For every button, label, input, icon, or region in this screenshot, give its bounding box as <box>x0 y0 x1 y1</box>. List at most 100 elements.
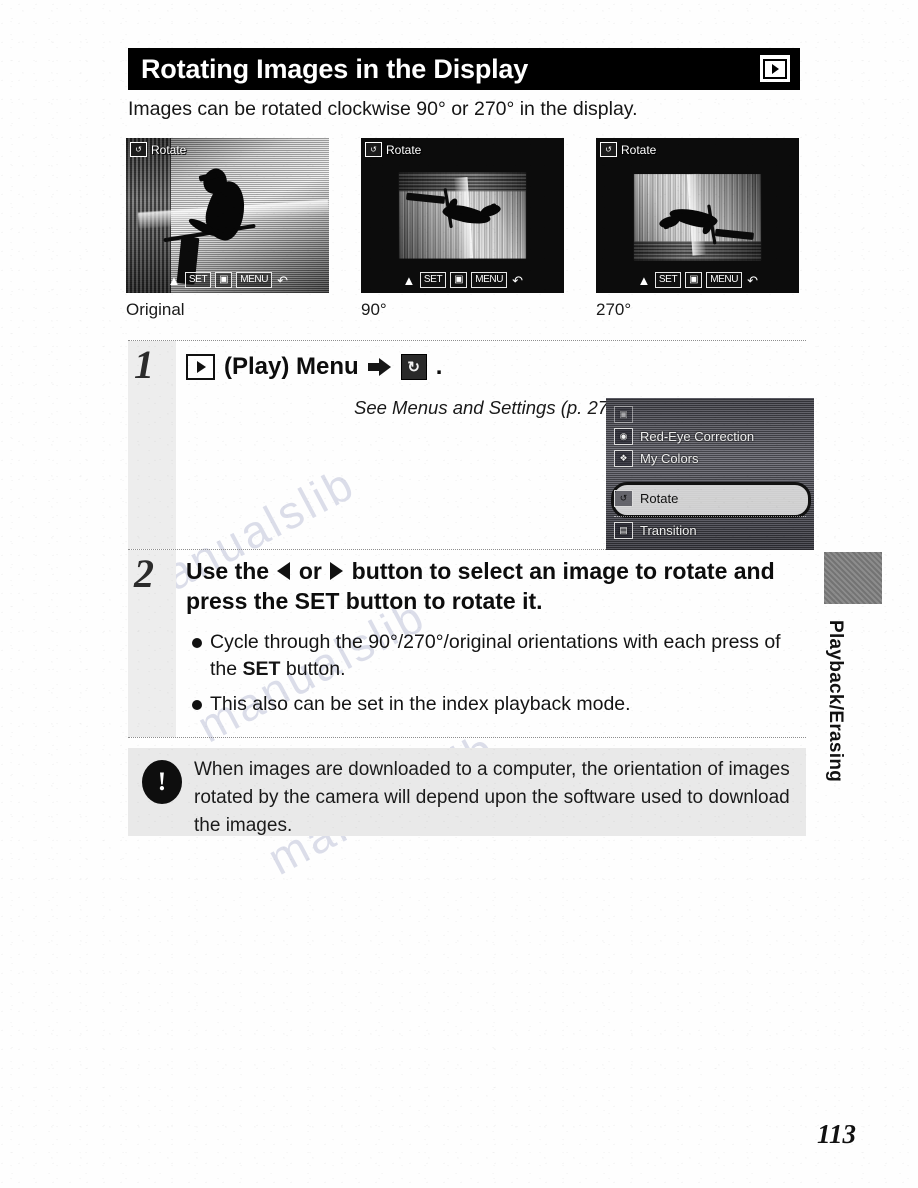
rotate-icon: ↺ <box>600 142 617 157</box>
photo-scene-90 <box>398 138 527 293</box>
photo-image <box>398 172 527 260</box>
note-text: When images are downloaded to a computer… <box>194 759 790 836</box>
bullet-item: This also can be set in the index playba… <box>190 691 806 718</box>
rotate-menu-icon-glyph: ↻ <box>407 358 420 376</box>
step-1-gutter: 1 <box>128 341 176 549</box>
bullet-text-before: This also can be set in the index playba… <box>210 693 631 716</box>
exclamation-icon: ! <box>142 760 182 804</box>
key-hint-display: ▣ <box>450 272 468 288</box>
bullet-text-after: button. <box>280 658 346 681</box>
playback-icon-frame <box>763 58 787 79</box>
thumbnail-rotated-90: ↺ Rotate ▲ SET ▣ MENU ↶ <box>361 138 564 293</box>
step-2-bullets: Cycle through the 90°/270°/original orie… <box>186 629 806 719</box>
photo-branch-vertical <box>406 192 446 205</box>
arrow-right-icon <box>367 358 392 376</box>
menu-row-transition: ▤ Transition <box>614 522 808 539</box>
side-tab-thumbmark <box>824 552 882 604</box>
step-2-body: Use the or button to select an image to … <box>176 550 806 737</box>
example-thumbnails: ↺ Rotate ▲ SET ▣ MENU ↶ ↺ Rotate ▲ SET ▣… <box>126 138 806 319</box>
osd-key-guide: ▲ SET ▣ MENU ↶ <box>361 272 564 288</box>
osd-mode-label: Rotate <box>151 142 187 157</box>
menu-label-transition: Transition <box>640 523 697 538</box>
left-arrow-icon <box>277 562 291 580</box>
thumbnail-rotated-270: ↺ Rotate ▲ SET ▣ MENU ↶ <box>596 138 799 293</box>
photo-image <box>126 138 329 293</box>
key-hint-display: ▣ <box>215 272 233 288</box>
bullet-bold: SET <box>242 658 281 681</box>
menu-icon-0: ▣ <box>614 406 633 423</box>
osd-header: ↺ Rotate <box>600 142 656 157</box>
manual-page: manualslib manualslib manualslib Rotatin… <box>0 0 918 1188</box>
menu-label-rotate: Rotate <box>640 491 679 506</box>
osd-header: ↺ Rotate <box>130 142 186 157</box>
thumbnail-original: ↺ Rotate ▲ SET ▣ MENU ↶ <box>126 138 329 293</box>
step-2-gutter: 2 <box>128 550 176 737</box>
step-2-text-before: Use the <box>186 558 270 584</box>
rotate-icon: ↺ <box>614 490 633 507</box>
photo-scene-original <box>126 138 329 293</box>
my-colors-icon: ❖ <box>614 450 633 467</box>
menu-divider <box>614 516 806 517</box>
key-hint-back: ↶ <box>747 272 758 288</box>
procedure-steps: 1 (Play) Menu ↻ . See Menus and Settings… <box>128 340 814 738</box>
bullet-item: Cycle through the 90°/270°/original orie… <box>190 629 806 684</box>
rotate-icon: ↺ <box>130 142 147 157</box>
step-2-instruction: Use the or button to select an image to … <box>186 556 806 617</box>
osd-mode-label: Rotate <box>386 142 422 157</box>
osd-key-guide: ▲ SET ▣ MENU ↶ <box>126 272 329 288</box>
key-hint-menu: MENU <box>471 272 508 288</box>
step-1-body: (Play) Menu ↻ . See Menus and Settings (… <box>176 341 814 550</box>
key-hint-up: ▲ <box>167 272 180 288</box>
page-title: Rotating Images in the Display <box>141 53 529 84</box>
key-hint-display: ▣ <box>685 272 703 288</box>
side-tab-label: Playback/Erasing <box>825 620 846 783</box>
photo-branch-vertical <box>714 228 754 240</box>
caption-original: Original <box>126 300 185 319</box>
page-number: 113 <box>816 1119 856 1149</box>
note-box: ! When images are downloaded to a comput… <box>128 748 806 836</box>
osd-key-guide: ▲ SET ▣ MENU ↶ <box>596 272 799 288</box>
rotate-menu-icon: ↻ <box>400 354 427 380</box>
caption-90: 90° <box>361 300 387 319</box>
exclamation-icon-glyph: ! <box>157 767 167 796</box>
step-1-instruction: (Play) Menu ↻ . <box>186 347 806 387</box>
menu-row-rotate: ↺ Rotate <box>614 490 808 507</box>
key-hint-set: SET <box>654 272 682 288</box>
key-hint-back: ↶ <box>512 272 523 288</box>
play-menu-icon-triangle <box>197 361 206 373</box>
playback-icon <box>760 55 790 82</box>
key-hint-menu: MENU <box>706 272 743 288</box>
step-2-or: or <box>298 558 322 584</box>
menu-row-0: ▣ <box>614 406 808 423</box>
camera-menu-screenshot: ▣ ◉ Red-Eye Correction ❖ My Colors ↺ Rot… <box>606 398 814 550</box>
key-hint-up: ▲ <box>637 272 650 288</box>
step-2: 2 Use the or button to select an image t… <box>128 550 806 737</box>
step-2-number: 2 <box>134 551 154 596</box>
key-hint-back: ↶ <box>277 272 288 288</box>
key-hint-up: ▲ <box>402 272 415 288</box>
playback-icon-triangle <box>772 63 779 74</box>
photo-scene-270 <box>633 138 762 293</box>
section-title-bar: Rotating Images in the Display <box>128 48 800 90</box>
osd-mode-label: Rotate <box>621 142 657 157</box>
rotate-icon: ↺ <box>365 142 382 157</box>
photo-image <box>633 173 762 261</box>
step-2-text-after: button to select an image to rotate and … <box>186 558 775 615</box>
menu-label-red-eye-correction: Red-Eye Correction <box>640 429 755 444</box>
step-1-play-label: (Play) Menu <box>224 353 359 380</box>
red-eye-icon: ◉ <box>614 428 633 445</box>
photo-bird-head <box>658 214 681 231</box>
photo-bird-beak <box>662 221 670 230</box>
caption-270: 270° <box>596 300 632 319</box>
chapter-side-tab: Playback/Erasing <box>824 552 882 782</box>
menu-label-my-colors: My Colors <box>640 451 699 466</box>
step-1: 1 (Play) Menu ↻ . See Menus and Settings… <box>128 341 814 550</box>
key-hint-set: SET <box>184 272 212 288</box>
divider-bottom <box>128 736 806 738</box>
menu-row-red-eye-correction: ◉ Red-Eye Correction <box>614 428 808 445</box>
key-hint-set: SET <box>419 272 447 288</box>
step-1-number: 1 <box>134 342 154 387</box>
menu-row-my-colors: ❖ My Colors <box>614 450 808 467</box>
step-1-period: . <box>435 353 443 380</box>
right-arrow-icon <box>330 562 344 580</box>
